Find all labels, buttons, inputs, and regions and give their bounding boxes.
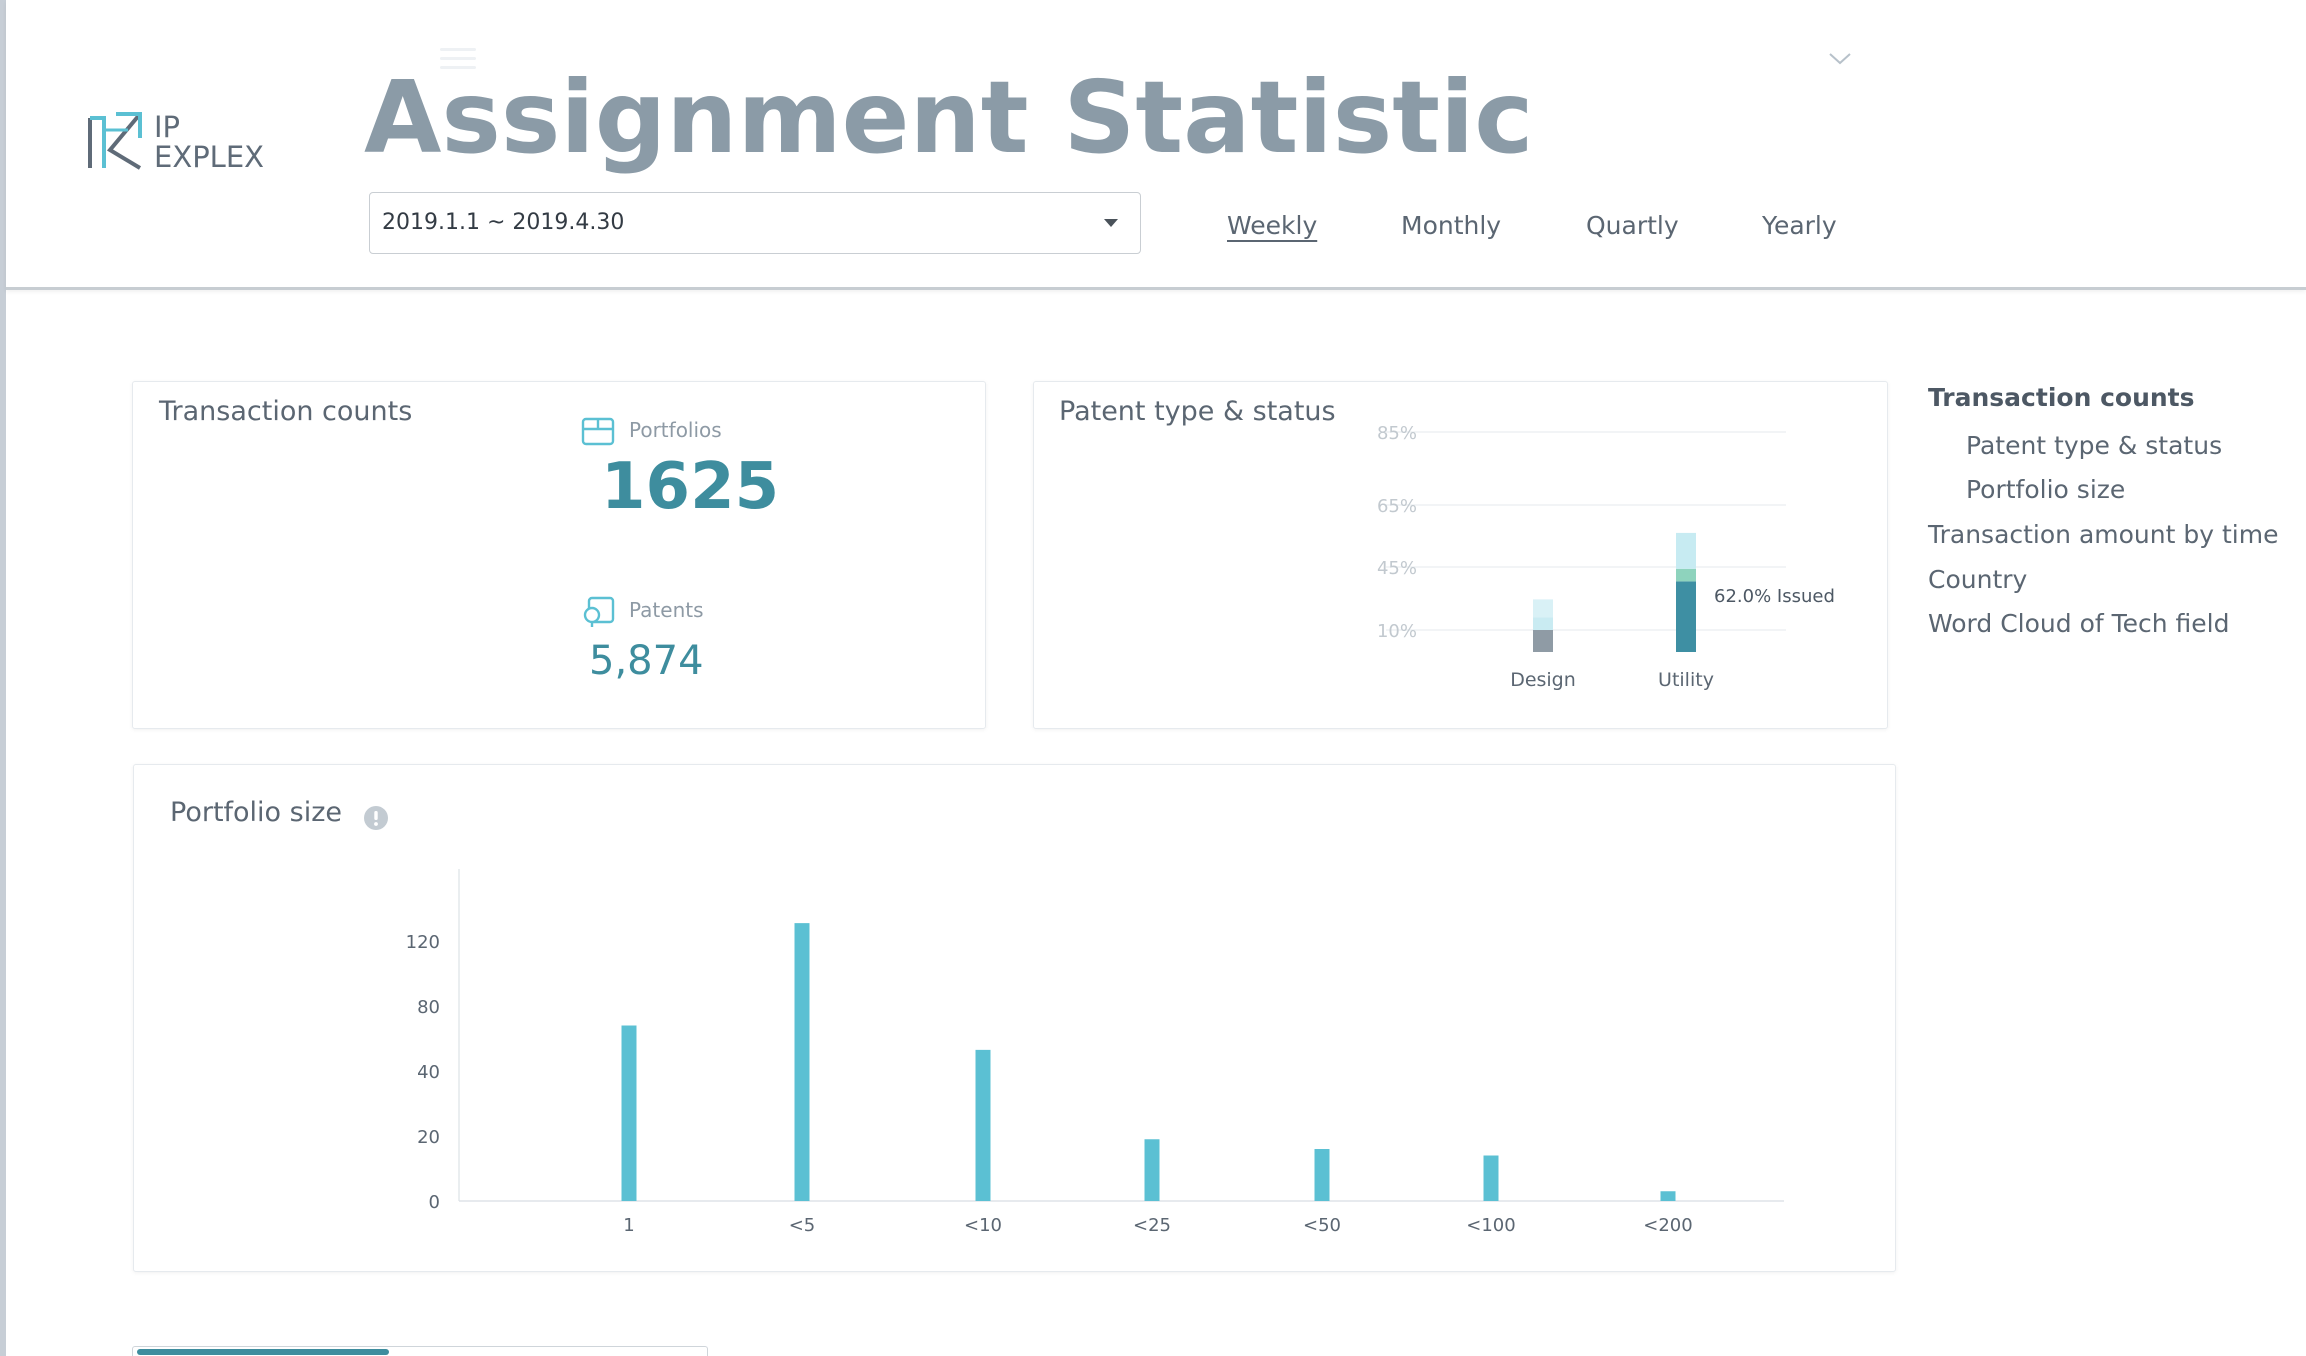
y-tick-label: 20 — [417, 1127, 440, 1148]
scroll-thumb[interactable] — [137, 1349, 389, 1355]
period-quarterly[interactable]: Quartly — [1586, 211, 1679, 240]
stacked-bar-segment — [1676, 532, 1696, 569]
stacked-bar-segment — [1533, 599, 1553, 618]
stacked-bar-segment — [1533, 630, 1553, 652]
nav-transaction-amount[interactable]: Transaction amount by time — [1928, 520, 2278, 549]
stacked-bar-segment — [1676, 568, 1696, 582]
logo[interactable]: IP EXPLEX — [88, 112, 278, 178]
nav-word-cloud[interactable]: Word Cloud of Tech field — [1928, 609, 2230, 638]
x-tick-label: Design — [1510, 669, 1576, 691]
nav-portfolio-size[interactable]: Portfolio size — [1966, 475, 2125, 504]
x-tick-label: <10 — [964, 1215, 1002, 1236]
logo-icon — [88, 112, 142, 170]
patents-value: 5,874 — [589, 638, 704, 684]
portfolio-bar — [794, 923, 810, 1201]
date-range-select[interactable]: 2019.1.1 ~ 2019.4.30 — [369, 192, 1141, 254]
period-monthly[interactable]: Monthly — [1401, 211, 1501, 240]
logo-text-explex: EXPLEX — [154, 140, 265, 174]
stacked-bar-segment — [1676, 581, 1696, 652]
caret-down-icon — [1104, 219, 1118, 227]
x-tick-label: <200 — [1643, 1215, 1692, 1236]
patent-type-card: Patent type & status 10% 45% 65% 85% Design U… — [1033, 381, 1888, 729]
nav-country[interactable]: Country — [1928, 565, 2027, 594]
period-yearly[interactable]: Yearly — [1762, 211, 1837, 240]
transaction-counts-card: Transaction counts Portfolios 1625 Paten… — [132, 381, 986, 729]
portfolio-bar — [621, 1025, 637, 1201]
logo-text-ip: IP — [154, 110, 181, 144]
portfolio-bar — [975, 1049, 991, 1201]
y-tick-label: 85% — [1377, 423, 1417, 444]
y-tick-label: 120 — [406, 932, 440, 953]
portfolios-value: 1625 — [601, 450, 780, 524]
patent-icon — [583, 596, 615, 627]
y-tick-label: 45% — [1377, 558, 1417, 579]
transaction-counts-title: Transaction counts — [159, 396, 413, 427]
y-tick-label: 0 — [429, 1192, 440, 1213]
portfolio-size-chart: 0 20 40 80 120 1 <5 <10 <25 <50 <100 <200 — [406, 869, 1784, 1236]
page-header: IP EXPLEX Assignment Statistic 2019.1.1 … — [6, 0, 2306, 290]
portfolio-bar — [1144, 1139, 1160, 1201]
portfolio-bar — [1660, 1191, 1676, 1201]
y-tick-label: 80 — [417, 997, 440, 1018]
issued-annotation: 62.0% Issued — [1714, 586, 1835, 607]
bottom-scrollbar[interactable] — [132, 1346, 708, 1356]
x-tick-label: <100 — [1466, 1215, 1515, 1236]
chevron-down-icon[interactable] — [1828, 52, 1852, 66]
portfolio-size-card: Portfolio size 0 20 40 80 120 1 <5 <10 <25 <50 <10… — [133, 764, 1896, 1272]
date-range-value: 2019.1.1 ~ 2019.4.30 — [382, 210, 625, 235]
box-icon — [581, 417, 615, 446]
portfolios-label: Portfolios — [629, 418, 722, 442]
x-tick-label: <50 — [1303, 1215, 1341, 1236]
x-tick-label: <5 — [789, 1215, 816, 1236]
nav-transaction-counts[interactable]: Transaction counts — [1928, 383, 2195, 412]
page-title: Assignment Statistic — [364, 59, 1534, 176]
y-tick-label: 65% — [1377, 496, 1417, 517]
portfolio-bar — [1483, 1155, 1499, 1201]
y-tick-label: 40 — [417, 1062, 440, 1083]
portfolio-bar — [1314, 1149, 1330, 1201]
period-weekly[interactable]: Weekly — [1227, 211, 1317, 240]
stacked-bar-segment — [1533, 617, 1553, 630]
x-tick-label: 1 — [623, 1215, 634, 1236]
patent-type-chart: 10% 45% 65% 85% Design Utility 62.0% Issued — [1377, 423, 1835, 691]
patents-label: Patents — [629, 598, 704, 622]
nav-patent-type-status[interactable]: Patent type & status — [1966, 431, 2222, 460]
x-tick-label: Utility — [1658, 669, 1714, 691]
y-tick-label: 10% — [1377, 621, 1417, 642]
x-tick-label: <25 — [1133, 1215, 1171, 1236]
